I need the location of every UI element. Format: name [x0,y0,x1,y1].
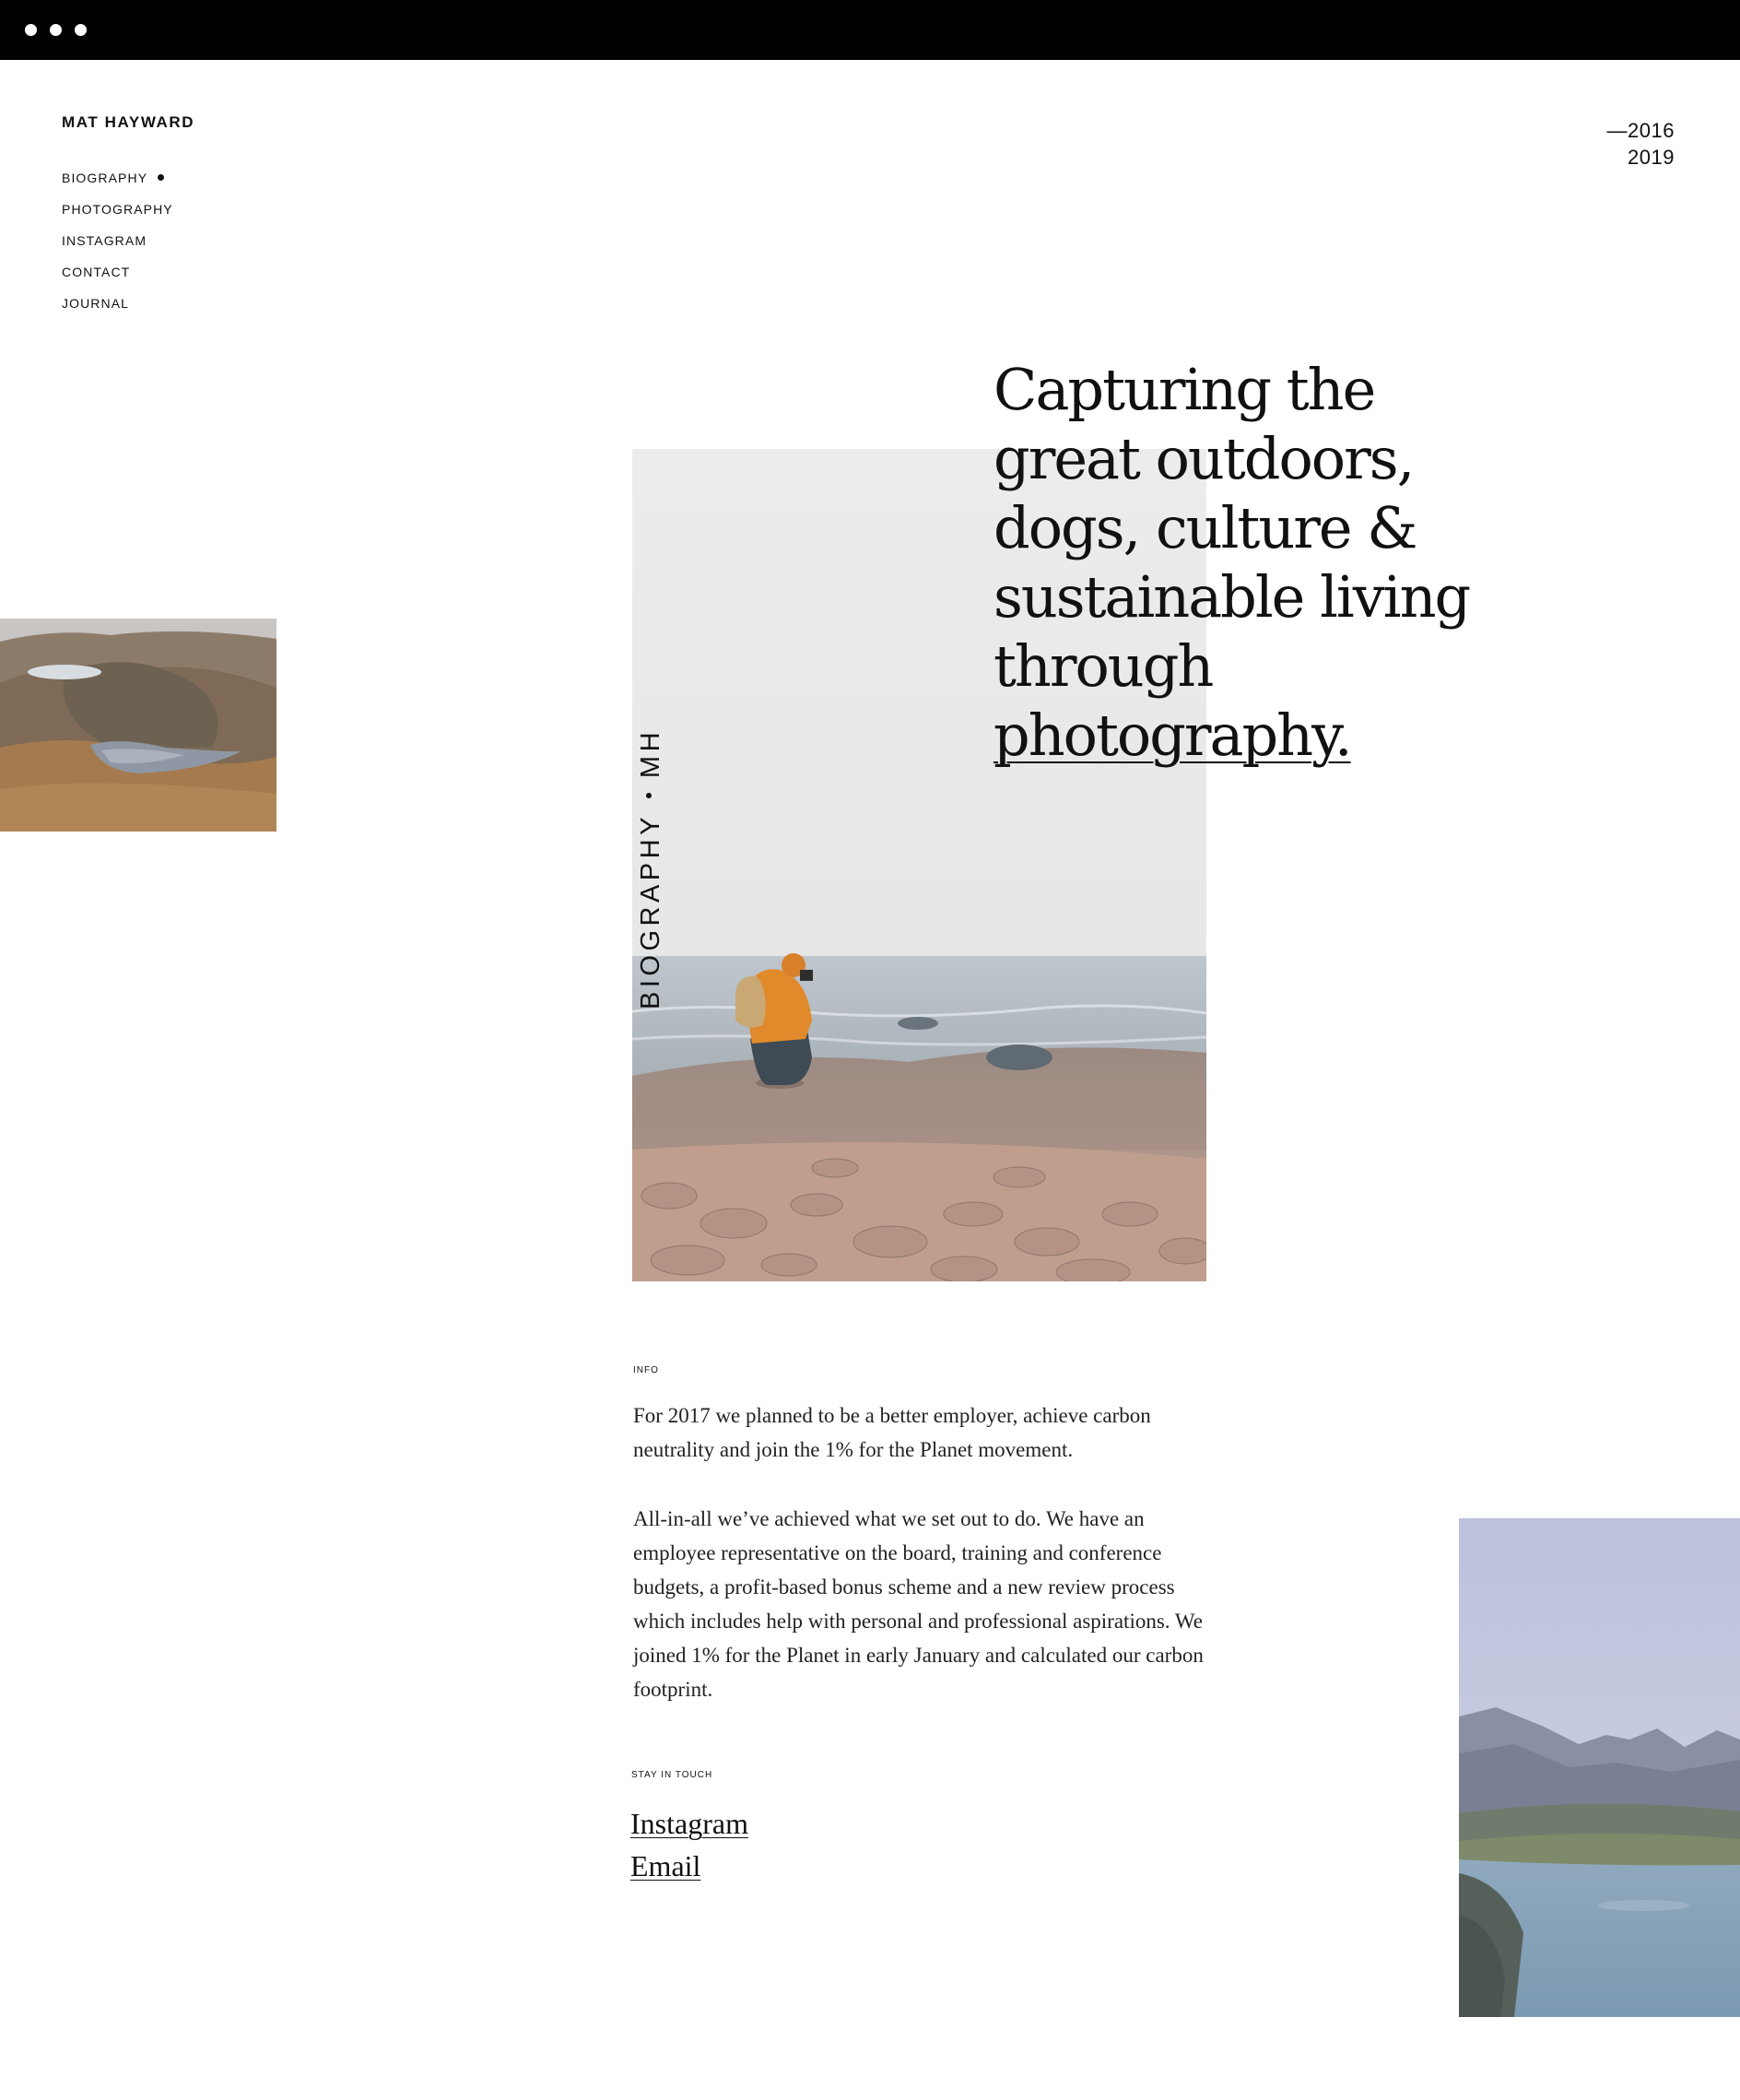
nav-item-label: INSTAGRAM [62,233,147,248]
photo-mountain-lake-valley [1459,1518,1740,2017]
separator-dot [646,793,652,799]
main-nav: BIOGRAPHY PHOTOGRAPHY INSTAGRAM CONTACT … [62,171,173,327]
vertical-label-biography: BIOGRAPHY [636,813,665,1009]
nav-item-journal[interactable]: JOURNAL [62,296,173,327]
nav-item-label: CONTACT [62,265,131,279]
info-body: For 2017 we planned to be a better emplo… [633,1398,1205,1741]
year-start: —2016 [1606,119,1675,142]
contact-links: Instagram Email [630,1802,748,1887]
email-link[interactable]: Email [630,1845,748,1887]
vertical-label-initials: MH [636,727,665,779]
nav-item-label: BIOGRAPHY [62,171,148,185]
window-minimize-button[interactable] [50,24,62,36]
nav-item-label: PHOTOGRAPHY [62,202,173,217]
year-range: —2016 2019 [1607,117,1675,171]
window-close-button[interactable] [25,24,37,36]
info-paragraph: All-in-all we’ve achieved what we set ou… [633,1507,1204,1701]
nav-item-biography[interactable]: BIOGRAPHY [62,171,173,202]
window-titlebar [0,0,1740,60]
nav-item-photography[interactable]: PHOTOGRAPHY [62,202,173,233]
hero-headline-text: Capturing the great outdoors, dogs, cult… [993,356,1471,700]
stay-in-touch-label: STAY IN TOUCH [631,1770,713,1780]
photo-mountain-lakes [0,619,276,832]
hero-headline: Capturing the great outdoors, dogs, cult… [993,355,1473,770]
window-zoom-button[interactable] [75,24,87,36]
nav-item-contact[interactable]: CONTACT [62,265,173,296]
info-label: INFO [633,1365,659,1375]
year-end: 2019 [1628,146,1675,169]
nav-item-instagram[interactable]: INSTAGRAM [62,233,173,265]
vertical-section-label: BIOGRAPHY MH [636,728,666,1009]
site-name[interactable]: MAT HAYWARD [62,113,194,132]
active-indicator-dot [158,174,165,181]
nav-item-label: JOURNAL [62,296,130,311]
photography-link[interactable]: photography. [993,702,1353,769]
instagram-link[interactable]: Instagram [630,1802,748,1845]
info-paragraph: For 2017 we planned to be a better emplo… [633,1404,1151,1461]
